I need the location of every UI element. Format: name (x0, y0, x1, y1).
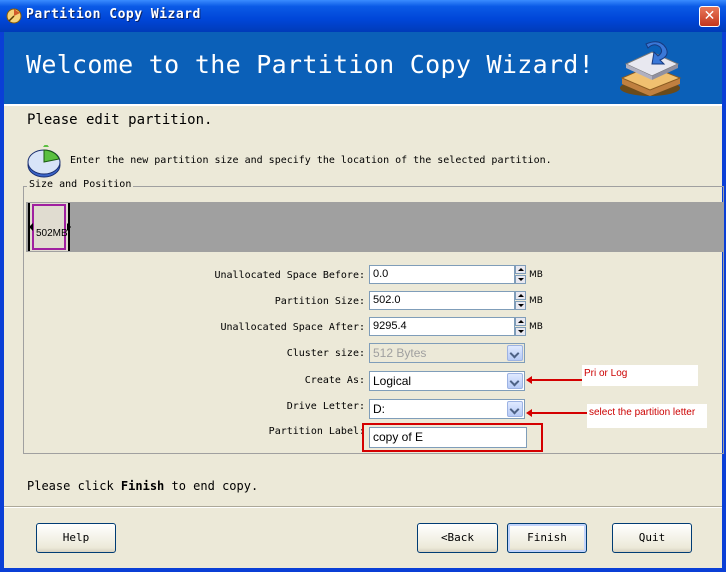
step-heading: Please edit partition. (27, 112, 213, 128)
banner-title: Welcome to the Partition Copy Wizard! (26, 50, 594, 79)
annotation-arrow-create-as (530, 379, 584, 381)
cluster-size-dropdown-icon (507, 345, 523, 361)
unallocated-after-label: Unallocated Space After: (220, 322, 366, 333)
create-as-label: Create As: (304, 375, 365, 386)
unallocated-after-unit: MB (529, 322, 543, 332)
wizard-banner: Welcome to the Partition Copy Wizard! (4, 32, 722, 106)
partition-label-label: Partition Label: (268, 426, 365, 437)
footer-prefix: Please click (27, 479, 121, 493)
wizard-window: Partition Copy Wizard ✕ Welcome to the P… (0, 0, 726, 572)
footer-suffix: to end copy. (164, 479, 259, 493)
back-button[interactable]: <Back (417, 523, 498, 553)
annotation-drive-letter: select the partition letter (587, 404, 707, 428)
create-as-dropdown-icon[interactable] (507, 373, 523, 389)
close-button[interactable]: ✕ (699, 6, 720, 27)
partition-map-bar[interactable] (26, 202, 724, 252)
drive-letter-dropdown-icon[interactable] (507, 401, 523, 417)
dialog-body: Welcome to the Partition Copy Wizard! Pl… (4, 32, 724, 568)
help-button[interactable]: Help (36, 523, 116, 553)
quit-button[interactable]: Quit (612, 523, 692, 553)
unallocated-after-input[interactable]: 9295.4 (369, 317, 515, 336)
partition-label-input[interactable]: copy of E (369, 427, 527, 448)
drive-letter-label: Drive Letter: (286, 401, 365, 412)
partition-size-label-text: Partition Size: (274, 296, 365, 307)
partition-size-input[interactable]: 502.0 (369, 291, 515, 310)
window-title: Partition Copy Wizard (26, 7, 201, 22)
finish-button[interactable]: Finish (507, 523, 587, 553)
unallocated-after-spinner[interactable] (515, 317, 526, 336)
partition-block-selection[interactable] (32, 204, 66, 250)
partition-size-unit: MB (529, 296, 543, 306)
unallocated-before-spinner[interactable] (515, 265, 526, 284)
unallocated-before-label: Unallocated Space Before: (214, 270, 365, 281)
partition-size-label: 502MB (36, 228, 68, 239)
cluster-size-label: Cluster size: (286, 348, 365, 359)
footer-instruction: Please click Finish to end copy. (27, 479, 258, 493)
drive-letter-select[interactable]: D: (369, 399, 525, 419)
title-bar[interactable]: Partition Copy Wizard ✕ (0, 0, 726, 32)
unallocated-before-unit: MB (529, 270, 543, 280)
annotation-arrow-drive-letter (530, 412, 588, 414)
partition-size-spinner[interactable] (515, 291, 526, 310)
instruction-text: Enter the new partition size and specify… (70, 155, 552, 166)
annotation-arrowhead-create-as (526, 376, 532, 384)
footer-finish-word: Finish (120, 479, 165, 493)
annotation-create-as: Pri or Log (582, 365, 698, 386)
create-as-value: Logical (373, 374, 412, 388)
partition-copy-icon (620, 41, 682, 96)
partition-disk-icon (27, 145, 61, 178)
group-legend: Size and Position (27, 179, 134, 190)
unallocated-before-input[interactable]: 0.0 (369, 265, 515, 284)
cluster-size-value: 512 Bytes (373, 346, 427, 360)
resize-left-handle[interactable] (29, 223, 33, 231)
create-as-select[interactable]: Logical (369, 371, 525, 391)
app-icon (6, 8, 22, 24)
annotation-arrowhead-drive-letter (526, 409, 532, 417)
cluster-size-select: 512 Bytes (369, 343, 525, 363)
footer-divider (4, 506, 722, 508)
drive-letter-value: D: (373, 402, 385, 416)
